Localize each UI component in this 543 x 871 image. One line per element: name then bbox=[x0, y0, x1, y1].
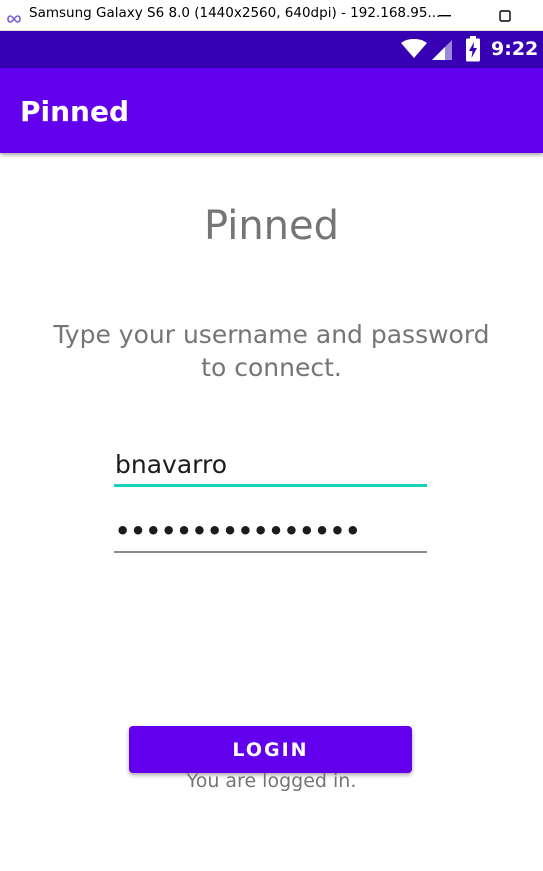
toolbar-title: Pinned bbox=[20, 95, 130, 128]
login-status-message: You are logged in. bbox=[186, 770, 357, 792]
signal-icon bbox=[431, 39, 453, 66]
username-input[interactable] bbox=[114, 439, 427, 484]
android-status-bar: 9:22 bbox=[0, 31, 543, 68]
emulator-title: Samsung Galaxy S6 8.0 (1440x2560, 640dpi… bbox=[29, 5, 441, 21]
login-screen: Pinned Type your username and password t… bbox=[0, 153, 543, 871]
battery-charging-icon bbox=[465, 36, 481, 67]
login-button[interactable]: LOGIN bbox=[129, 726, 412, 773]
emulator-title-bar: Samsung Galaxy S6 8.0 (1440x2560, 640dpi… bbox=[0, 0, 543, 31]
infinity-icon bbox=[7, 10, 21, 23]
app-toolbar: Pinned bbox=[0, 68, 543, 153]
login-instructions: Type your username and password to conne… bbox=[53, 320, 490, 382]
username-field[interactable] bbox=[114, 439, 427, 487]
maximize-icon[interactable] bbox=[485, 0, 525, 31]
clock-time: 9:22 bbox=[491, 38, 539, 60]
minimize-icon[interactable] bbox=[425, 0, 465, 31]
wifi-icon bbox=[401, 38, 427, 64]
password-field[interactable] bbox=[114, 505, 427, 553]
page-title: Pinned bbox=[203, 203, 340, 249]
password-input[interactable] bbox=[114, 505, 427, 551]
